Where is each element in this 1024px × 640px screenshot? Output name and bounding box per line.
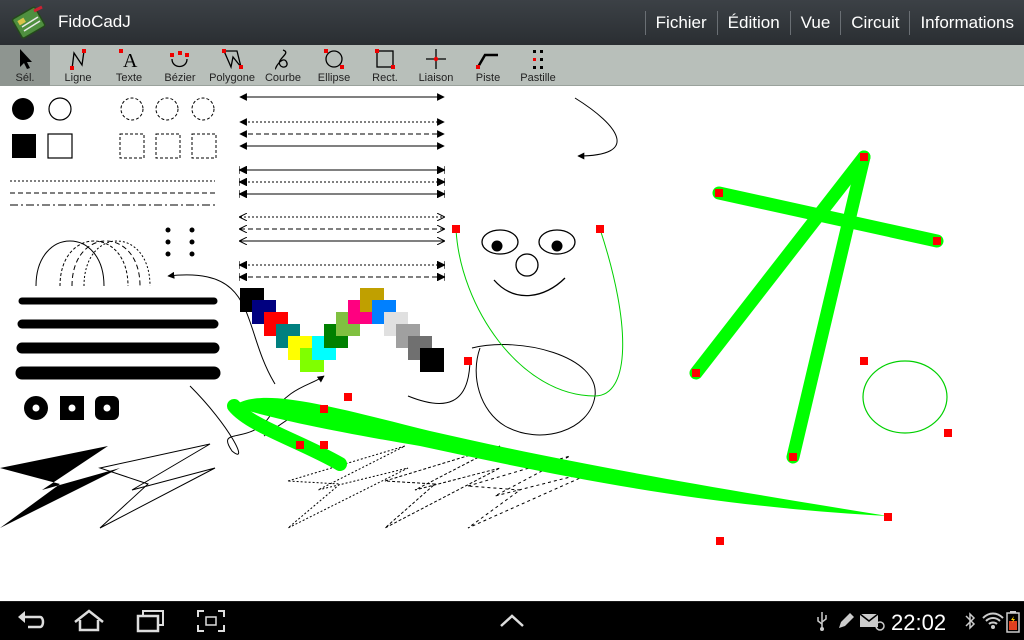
tool-label: Ellipse <box>317 72 351 84</box>
arrow-line-samples[interactable] <box>239 93 445 277</box>
usb-icon <box>817 612 827 631</box>
pcb-pad-icon <box>533 50 543 69</box>
tool-label: Texte <box>115 72 143 84</box>
tool-line[interactable]: Ligne <box>55 45 101 86</box>
menu-fichier[interactable]: Fichier <box>646 0 717 45</box>
curve-icon <box>275 49 288 70</box>
pcb-track-icon <box>476 53 498 69</box>
screenshot-icon[interactable] <box>194 608 228 634</box>
dashed-line-samples[interactable] <box>10 180 215 206</box>
wifi-icon <box>982 612 1004 629</box>
drawing-canvas[interactable] <box>0 86 1024 601</box>
tool-curve[interactable]: Courbe <box>260 45 306 86</box>
bezier-icon <box>170 51 189 68</box>
menu-edition[interactable]: Édition <box>718 0 790 45</box>
action-bar: FidoCadJ Fichier Édition Vue Circuit Inf… <box>0 0 1024 45</box>
tool-label: Rect. <box>372 72 398 84</box>
connection-cross-icon <box>426 49 446 69</box>
menu-vue[interactable]: Vue <box>791 0 841 45</box>
svg-text:A: A <box>123 50 138 71</box>
menu-circuit[interactable]: Circuit <box>841 0 909 45</box>
pcb-pad-shapes[interactable] <box>24 396 119 420</box>
chevron-up-icon[interactable] <box>495 608 529 634</box>
rectangle-icon <box>375 49 395 69</box>
polygon-icon <box>222 49 243 70</box>
tool-label: Sél. <box>15 72 35 84</box>
recent-apps-icon[interactable] <box>134 608 168 634</box>
arrow-cursor-icon <box>20 49 32 69</box>
pcb-track-samples[interactable] <box>15 297 221 380</box>
tool-label: Courbe <box>264 72 302 84</box>
schematic-drawing[interactable] <box>0 86 1024 601</box>
tool-label: Polygone <box>209 72 255 84</box>
edit-pen-icon <box>839 613 854 628</box>
home-icon[interactable] <box>72 608 106 634</box>
text-a-icon: A <box>119 49 138 71</box>
menu-bar: Fichier Édition Vue Circuit Informations <box>644 0 1024 45</box>
tool-connection[interactable]: Liaison <box>412 45 460 86</box>
tool-label: Ligne <box>64 72 92 84</box>
tool-label: Bézier <box>164 72 196 84</box>
fidocadj-app: FidoCadJ Fichier Édition Vue Circuit Inf… <box>0 0 1024 640</box>
battery-icon <box>1006 611 1020 633</box>
tool-label: Piste <box>475 72 501 84</box>
tool-text[interactable]: A Texte <box>107 45 151 86</box>
tool-ellipse[interactable]: Ellipse <box>310 45 358 86</box>
menu-informations[interactable]: Informations <box>910 0 1024 45</box>
tool-pad[interactable]: Pastille <box>514 45 562 86</box>
bezier-samples[interactable] <box>35 240 151 287</box>
smiley-face-drawing[interactable] <box>455 228 624 397</box>
fidocadj-app-icon[interactable] <box>12 5 48 41</box>
clock-time: 22:02 <box>891 610 947 635</box>
system-navigation-bar: 22:02 <box>0 601 1024 640</box>
pad-samples[interactable] <box>165 227 195 257</box>
line-icon <box>70 49 86 70</box>
bluetooth-icon <box>965 612 976 630</box>
tool-label: Liaison <box>418 72 454 84</box>
ellipse-icon <box>324 49 344 69</box>
back-icon[interactable] <box>14 608 48 634</box>
shape-samples[interactable] <box>12 97 217 159</box>
tool-rect[interactable]: Rect. <box>362 45 408 86</box>
tool-polygon[interactable]: Polygone <box>206 45 258 86</box>
drawing-toolbar: Sél. Ligne A Texte Bézier Polygone Courb… <box>0 45 1024 86</box>
tool-track[interactable]: Piste <box>467 45 509 86</box>
tool-bezier[interactable]: Bézier <box>156 45 204 86</box>
tool-select[interactable]: Sél. <box>0 45 50 86</box>
app-title: FidoCadJ <box>58 12 131 31</box>
email-icon <box>859 613 885 631</box>
color-layer-squares[interactable] <box>240 288 444 372</box>
tool-label: Pastille <box>520 72 556 84</box>
